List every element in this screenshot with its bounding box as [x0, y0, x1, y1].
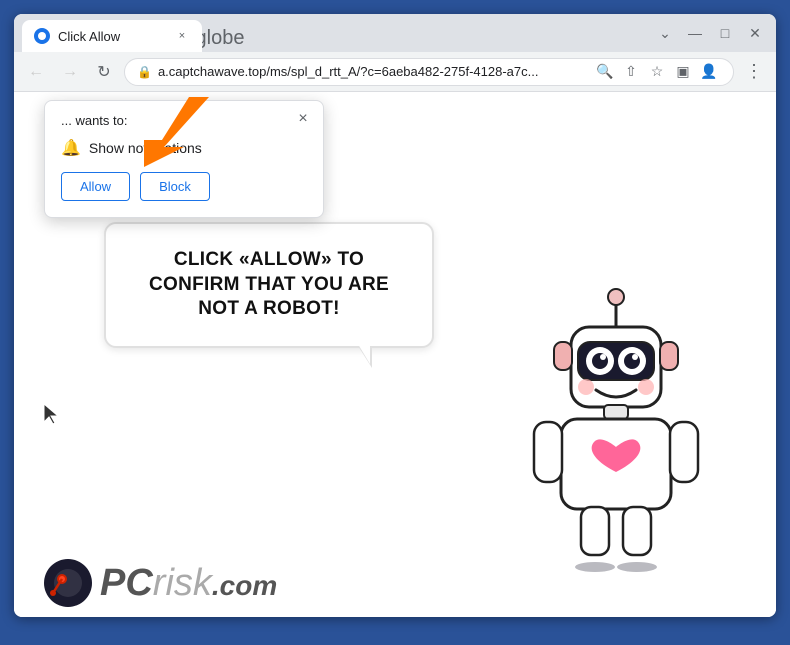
popup-close-button[interactable]: × [293, 109, 313, 129]
url-actions: 🔍 ⇧ ☆ ▣ 👤 [593, 60, 721, 84]
pcrisk-logo: PCrisk.com [44, 559, 277, 607]
tab-area: Click Allow × globe [22, 14, 646, 52]
search-icon[interactable]: 🔍 [593, 60, 617, 84]
tab-title: Click Allow [58, 29, 166, 44]
bell-icon: 🔔 [61, 138, 81, 158]
window-controls: ⌄ — □ ✕ [652, 23, 768, 43]
tab-close-button[interactable]: × [174, 28, 190, 44]
pcrisk-text: PCrisk.com [100, 564, 277, 602]
active-tab[interactable]: Click Allow × [22, 20, 202, 52]
browser-menu-button[interactable]: ⋮ [740, 58, 768, 86]
tab-favicon [34, 28, 50, 44]
block-button[interactable]: Block [140, 172, 210, 201]
orange-arrow [134, 92, 214, 172]
browser-window: Click Allow × globe ⌄ — □ ✕ ← → ↻ 🔒 a.ca… [14, 14, 776, 617]
address-bar: ← → ↻ 🔒 a.captchawave.top/ms/spl_d_rtt_A… [14, 52, 776, 92]
pcrisk-icon [44, 559, 92, 607]
refresh-button[interactable]: ↻ [90, 58, 118, 86]
window-chevron-icon[interactable]: ⌄ [652, 23, 678, 43]
lock-icon: 🔒 [137, 65, 152, 79]
page-content: × ... wants to: 🔔 Show notifications All… [14, 92, 776, 617]
popup-buttons: Allow Block [61, 172, 307, 201]
url-box[interactable]: 🔒 a.captchawave.top/ms/spl_d_rtt_A/?c=6a… [124, 58, 734, 86]
mouse-cursor [42, 402, 62, 431]
close-button[interactable]: ✕ [742, 23, 768, 43]
allow-button[interactable]: Allow [61, 172, 130, 201]
speech-bubble: CLICK «ALLOW» TO CONFIRM THAT YOU ARE NO… [104, 222, 434, 348]
forward-button[interactable]: → [56, 58, 84, 86]
title-bar: Click Allow × globe ⌄ — □ ✕ [14, 14, 776, 52]
share-icon[interactable]: ⇧ [619, 60, 643, 84]
maximize-button[interactable]: □ [712, 23, 738, 43]
back-button[interactable]: ← [22, 58, 50, 86]
speech-bubble-container: CLICK «ALLOW» TO CONFIRM THAT YOU ARE NO… [104, 222, 434, 348]
url-text: a.captchawave.top/ms/spl_d_rtt_A/?c=6aeb… [158, 64, 587, 79]
minimize-button[interactable]: — [682, 23, 708, 43]
bubble-text: CLICK «ALLOW» TO CONFIRM THAT YOU ARE NO… [149, 249, 389, 319]
split-view-icon[interactable]: ▣ [671, 60, 695, 84]
new-tab-button[interactable]: globe [206, 24, 234, 52]
bookmark-icon[interactable]: ☆ [645, 60, 669, 84]
robot-illustration [516, 272, 716, 577]
profile-icon[interactable]: 👤 [697, 60, 721, 84]
